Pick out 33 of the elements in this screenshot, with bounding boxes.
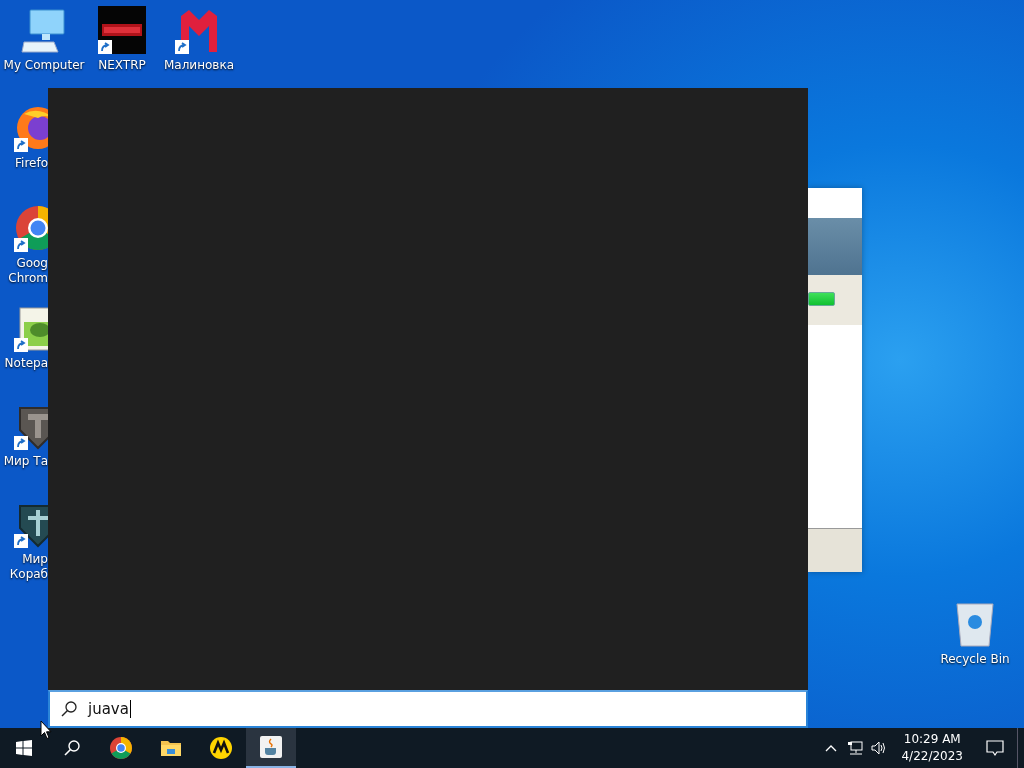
bar-segment bbox=[808, 292, 835, 306]
window-header bbox=[808, 218, 862, 275]
shortcut-arrow-icon bbox=[14, 436, 28, 450]
shortcut-arrow-icon bbox=[14, 534, 28, 548]
shortcut-arrow-icon bbox=[14, 338, 28, 352]
recycle-bin-icon bbox=[953, 600, 997, 648]
m-logo-icon bbox=[209, 736, 233, 760]
chevron-up-icon[interactable] bbox=[825, 744, 838, 752]
desktop-icon-label[interactable]: Firefo bbox=[15, 156, 48, 171]
taskbar-clock[interactable]: 10:29 AM 4/22/2023 bbox=[891, 728, 973, 768]
search-icon bbox=[60, 700, 78, 718]
taskbar-app-button[interactable] bbox=[246, 728, 296, 768]
window-footer bbox=[808, 529, 862, 572]
network-icon[interactable] bbox=[847, 740, 864, 756]
game-logo-icon bbox=[98, 6, 146, 54]
desktop-icon-label[interactable]: NEXTRP bbox=[98, 58, 146, 72]
search-field[interactable]: juava bbox=[48, 690, 808, 728]
desktop-icon-label[interactable]: Мир Кораб bbox=[9, 552, 48, 582]
mouse-cursor-icon bbox=[40, 720, 52, 740]
desktop-icon-label[interactable]: Recycle Bin bbox=[940, 652, 1010, 666]
chrome-icon bbox=[109, 736, 133, 760]
shortcut-arrow-icon bbox=[14, 238, 28, 252]
search-icon bbox=[63, 739, 81, 757]
desktop-icon-label[interactable]: Goog Chrom bbox=[8, 256, 48, 286]
desktop-icon-label[interactable]: Малиновка bbox=[163, 58, 234, 72]
speaker-icon[interactable] bbox=[871, 740, 888, 756]
notifications-icon[interactable] bbox=[986, 739, 1004, 757]
desktop-icon-label[interactable]: My Computer bbox=[3, 58, 85, 72]
desktop-icon-label[interactable]: Notepa bbox=[4, 356, 48, 371]
desktop-icon-label[interactable]: Мир Та bbox=[3, 454, 48, 469]
coffee-cup-icon bbox=[259, 735, 283, 759]
shortcut-arrow-icon bbox=[14, 138, 28, 152]
windows-logo-icon bbox=[16, 740, 32, 756]
